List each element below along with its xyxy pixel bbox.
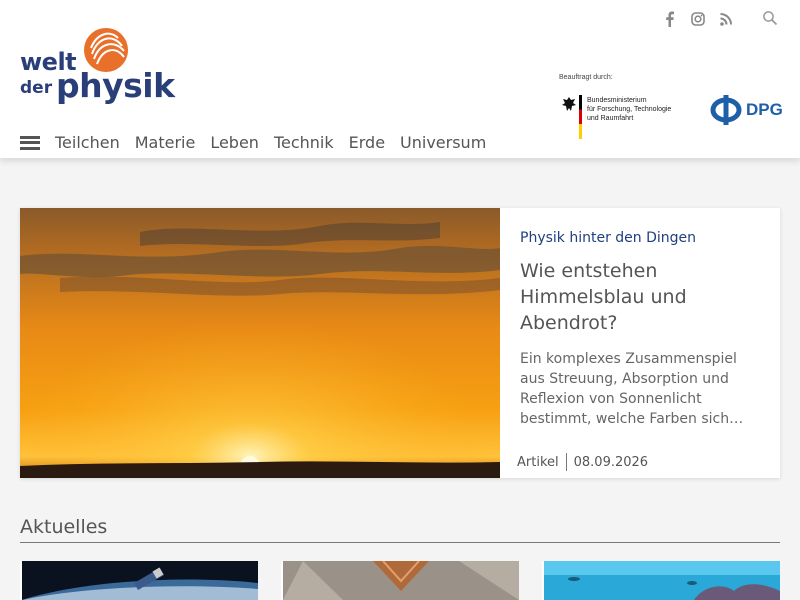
section-divider	[20, 542, 780, 543]
news-card-reef[interactable]	[542, 561, 780, 600]
site-logo[interactable]: welt der physik	[20, 26, 190, 114]
meta-divider	[565, 453, 567, 471]
section-title-aktuelles: Aktuelles	[20, 516, 108, 538]
news-card-satellite[interactable]	[20, 561, 258, 600]
article-type: Artikel	[517, 454, 559, 470]
bmbf-text: Bundesministerium für Forschung, Technol…	[587, 97, 672, 122]
nav-item-technik[interactable]: Technik	[274, 133, 334, 152]
nav-item-erde[interactable]: Erde	[349, 133, 385, 152]
nav-item-leben[interactable]: Leben	[210, 133, 259, 152]
article-meta: Artikel 08.09.2026	[517, 453, 648, 471]
news-cards	[20, 561, 780, 600]
article-date: 08.09.2026	[573, 454, 649, 470]
article-kicker[interactable]: Physik hinter den Dingen	[520, 230, 696, 246]
hamburger-menu-icon[interactable]	[20, 135, 40, 150]
search-icon[interactable]	[762, 10, 778, 26]
nav-item-materie[interactable]: Materie	[135, 133, 196, 152]
main-nav: Teilchen Materie Leben Technik Erde Univ…	[20, 133, 501, 152]
federal-eagle-icon	[562, 97, 576, 111]
news-card-crystal[interactable]	[281, 561, 519, 600]
nav-item-teilchen[interactable]: Teilchen	[55, 133, 120, 152]
dpg-logo[interactable]: DPG	[710, 94, 783, 126]
dpg-phi-icon	[710, 95, 742, 125]
rss-icon[interactable]	[718, 10, 734, 28]
article-headline[interactable]: Wie entstehen Himmelsblau und Abendrot?	[520, 258, 765, 336]
dpg-label: DPG	[746, 100, 783, 119]
site-header: welt der physik Beauftragt durch: Bundes…	[0, 0, 800, 158]
german-flag-stripe	[579, 95, 582, 139]
logo-text-physik: physik	[56, 66, 175, 105]
nav-item-universum[interactable]: Universum	[400, 133, 486, 152]
instagram-icon[interactable]	[690, 10, 706, 28]
article-teaser: Ein komplexes Zusammenspiel aus Streuung…	[520, 351, 744, 427]
featured-article-body: Physik hinter den Dingen Wie entstehen H…	[517, 208, 770, 478]
featured-article[interactable]: Physik hinter den Dingen Wie entstehen H…	[20, 208, 780, 478]
sunset-image[interactable]	[20, 208, 500, 478]
social-links	[662, 10, 734, 28]
bmbf-logo[interactable]: Bundesministerium für Forschung, Technol…	[561, 95, 681, 139]
logo-text-der: der	[20, 78, 53, 98]
facebook-icon[interactable]	[662, 10, 678, 28]
sponsor-label: Beauftragt durch:	[559, 74, 613, 81]
